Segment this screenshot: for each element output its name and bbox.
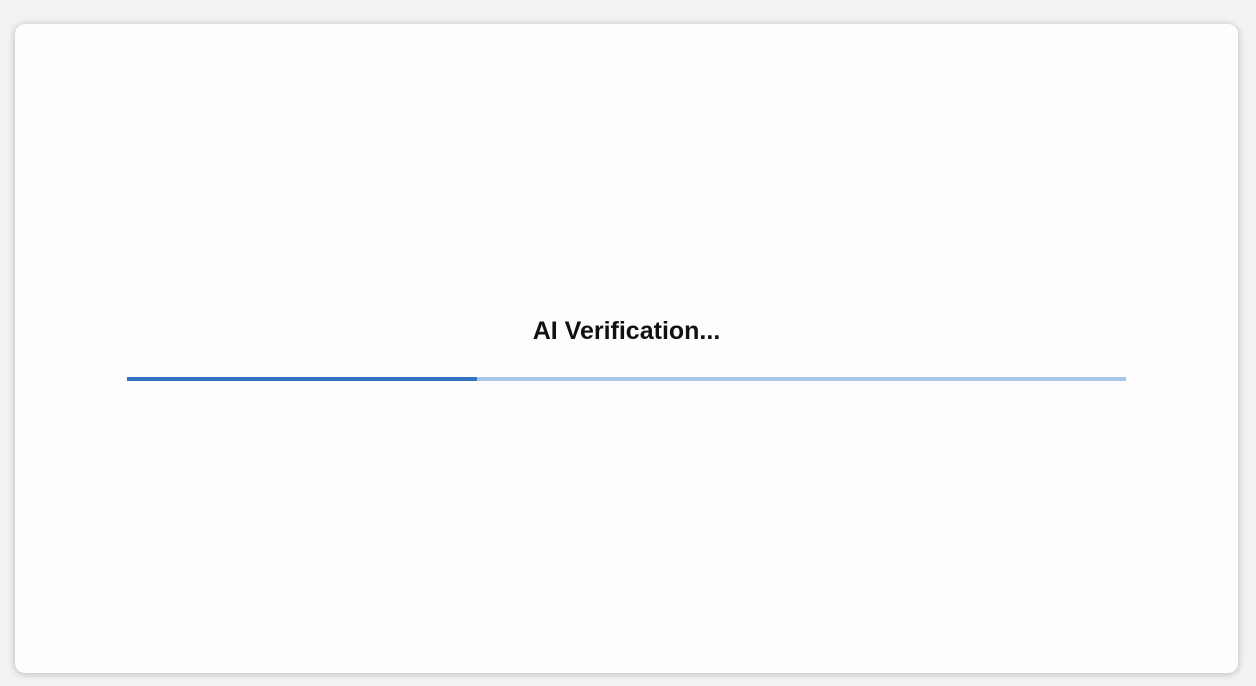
progress-bar (127, 377, 1126, 381)
progress-bar-fill (127, 377, 477, 381)
verification-title: AI Verification... (532, 317, 721, 345)
verification-dialog: AI Verification... (15, 24, 1238, 673)
